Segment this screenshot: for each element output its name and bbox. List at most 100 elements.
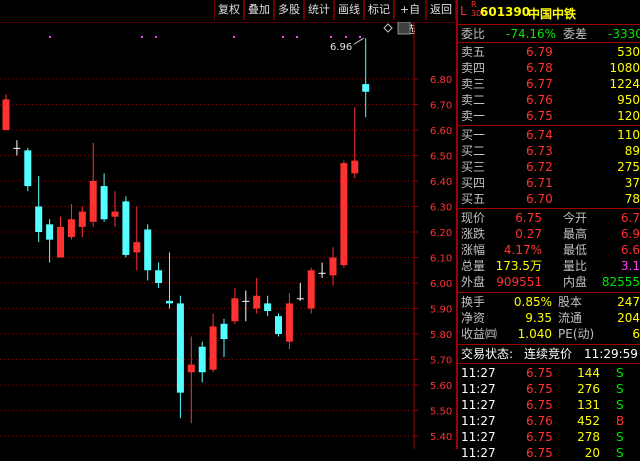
event-marker [155,36,157,38]
bid-level: 买二 6.73 89 [458,143,640,159]
trade-status-row: 交易状态: 连续竞价 11:29:59 [458,346,640,362]
trade-status-label: 交易状态: [461,347,514,361]
tick-row: 11:27 6.75 131 S [458,397,640,413]
candle-down [122,201,130,255]
rights-mark-letter: R [471,0,477,9]
candlestick-chart[interactable]: 6.80 6.70 6.60 6.50 6.40 6.30 6.20 6.10 6.00 5.90… [0,21,456,449]
statistics-button[interactable]: 统计 [304,0,334,20]
tick-side: S [616,366,624,380]
y-tick-label: 6.80 [430,75,452,86]
multi-stock-button[interactable]: 多股 [274,0,304,20]
candle-up [209,326,217,370]
back-button[interactable]: 返回 [426,0,456,20]
candle-up [78,211,86,227]
y-tick-label: 6.60 [430,126,452,137]
stat-label: 外盘 [461,275,486,289]
tick-side: B [616,414,625,428]
bid-price: 6.72 [526,160,553,174]
y-tick-label: 6.70 [430,101,452,112]
add-watchlist-button[interactable]: +自选 [394,0,426,36]
bid-volume: 110 [617,128,640,142]
y-tick-label: 6.00 [430,279,452,290]
ask-level: 卖一 6.75 120 [458,108,640,124]
tick-volume: 452 [577,414,600,428]
tick-side: S [616,430,624,444]
bid-label: 买二 [461,144,486,158]
ask-volume: 950 [617,93,640,107]
tick-row: 11:27 6.75 276 S [458,381,640,397]
divider [458,292,640,293]
bid-level: 买五 6.70 78 [458,191,640,207]
candle-up [111,211,119,217]
restore-rights-button[interactable]: 复权 [214,0,244,20]
ask-label: 卖一 [461,109,486,123]
stat-label: 净资 [461,311,486,325]
candle-up [89,181,97,222]
candle-down [35,206,43,232]
stat-label: 最高 [563,227,588,241]
stat-label: 内盘 [563,275,588,289]
stat-value: 0.27 [515,227,542,241]
stat-label: 流通 [558,311,583,325]
candle-down [166,300,173,304]
event-marker [359,36,361,38]
draw-line-button[interactable]: 画线 [334,0,364,20]
candle-up [57,226,64,258]
y-tick-label: 5.60 [430,381,452,392]
event-marker [282,36,284,38]
event-marker [330,36,332,38]
quote-panel: L R 300 601390 中国中铁 委比 -74.16% 委差 -3330 … [458,0,640,460]
candle-down [24,150,32,187]
candle-down [198,346,206,373]
mark-button[interactable]: 标记 [364,0,394,20]
tick-side: S [616,398,624,412]
y-tick-label: 5.50 [430,407,452,418]
overlay-button[interactable]: 叠加 [244,0,274,20]
tick-price: 6.75 [526,398,553,412]
stat-value: 6 [632,327,640,341]
stat-label: 涨跌 [461,227,486,241]
stat-label: PE(动) [558,327,595,341]
bid-price: 6.70 [526,192,553,206]
candle-down [296,298,304,300]
candle-up [133,242,141,253]
event-marker [345,36,347,38]
stat-row: 收益㈣ 1.040 PE(动) 6 [458,326,640,342]
weicha-label: 委差 [563,27,588,41]
ask-label: 卖二 [461,93,486,107]
stat-value: 4.17% [503,243,542,257]
stat-label: 量比 [563,259,588,273]
bid-label: 买四 [461,176,486,190]
ask-price: 6.75 [526,109,553,123]
bid-price: 6.73 [526,144,553,158]
diamond-marker [383,23,393,33]
stat-value: 6.9 [620,227,640,241]
tick-time: 11:27 [461,366,496,380]
tick-price: 6.75 [526,366,553,380]
stat-label: 今开 [563,211,588,225]
stat-row: 换手 0.85% 股本 247 [458,294,640,310]
bid-volume: 78 [624,192,640,206]
stat-value: 6.75 [515,211,542,225]
tick-side: S [616,382,624,396]
bid-level: 买四 6.71 37 [458,175,640,191]
ask-price: 6.78 [526,61,553,75]
bid-volume: 275 [617,160,640,174]
y-tick-label: 5.40 [430,432,452,443]
candle-up [351,160,359,174]
stat-label: 股本 [558,295,583,309]
stat-label: 现价 [461,211,486,225]
stat-row: 涨幅 4.17% 最低 6.6 [458,242,640,258]
stat-row: 涨跌 0.27 最高 6.9 [458,226,640,242]
ask-label: 卖五 [461,45,486,59]
candle-down [362,84,370,92]
settings-icon [397,21,411,35]
tick-row: 11:27 6.75 278 S [458,429,640,445]
tick-volume: 276 [577,382,600,396]
stat-value: 0.85% [513,295,552,309]
bid-label: 买一 [461,128,486,142]
stat-label: 涨幅 [461,243,486,257]
candle-up [329,257,337,276]
candle-down [176,303,184,393]
market-prefix: L [460,4,467,18]
